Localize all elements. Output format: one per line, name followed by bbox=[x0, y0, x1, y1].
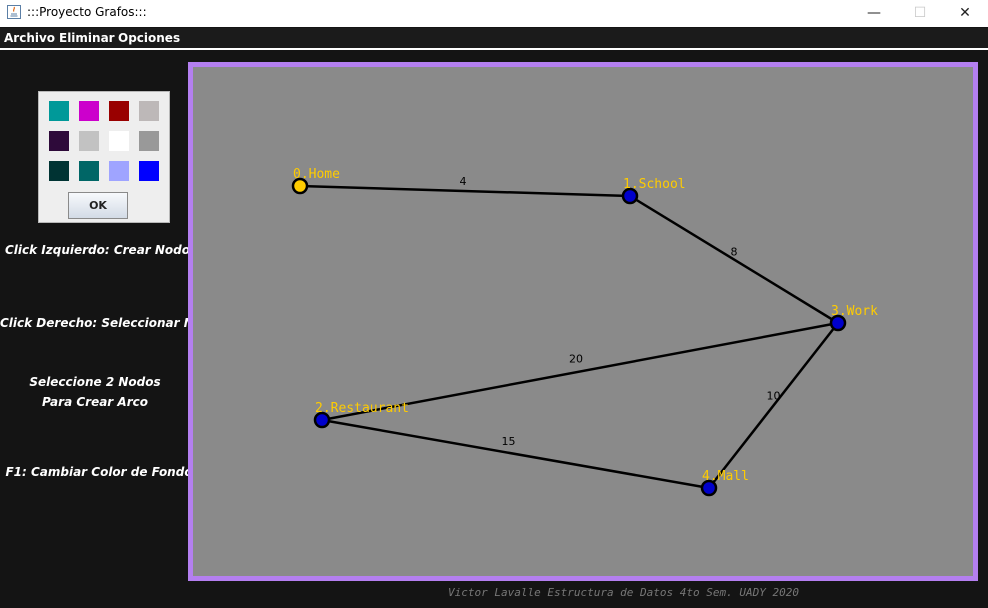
edge-weight-label: 15 bbox=[502, 435, 516, 448]
color-palette: OK bbox=[38, 91, 170, 223]
graph-canvas[interactable]: 4 8 20 10 15 0.Home 1.School 2.Restaurant 3.Wor… bbox=[188, 62, 978, 581]
title-bar: :::Proyecto Grafos::: — ☐ ✕ bbox=[0, 0, 988, 27]
color-swatch[interactable] bbox=[139, 101, 159, 121]
node-label: 4.Mall bbox=[702, 469, 749, 484]
hint-left-click: Click Izquierdo: Crear Nodo bbox=[4, 243, 191, 257]
hint-create-arc: Para Crear Arco bbox=[42, 395, 148, 409]
maximize-button[interactable]: ☐ bbox=[897, 0, 943, 27]
edge-weight-label: 20 bbox=[569, 353, 583, 366]
color-swatch[interactable] bbox=[49, 161, 69, 181]
node-label: 2.Restaurant bbox=[315, 401, 409, 416]
color-swatch[interactable] bbox=[79, 101, 99, 121]
graph-edge bbox=[708, 322, 839, 489]
color-swatch[interactable] bbox=[49, 101, 69, 121]
graph-svg[interactable]: 4 8 20 10 15 0.Home 1.School 2.Restaurant 3.Wor… bbox=[193, 67, 973, 576]
close-button[interactable]: ✕ bbox=[942, 0, 988, 27]
footer-credits: Victor Lavalle Estructura de Datos 4to S… bbox=[448, 586, 799, 599]
color-swatch[interactable] bbox=[139, 131, 159, 151]
node-label: 1.School bbox=[623, 177, 686, 192]
color-swatch[interactable] bbox=[109, 101, 129, 121]
color-swatch[interactable] bbox=[109, 161, 129, 181]
color-swatch[interactable] bbox=[109, 131, 129, 151]
hint-f1: F1: Cambiar Color de Fondo bbox=[5, 465, 193, 479]
edge-weight-label: 10 bbox=[767, 390, 781, 403]
node-label: 3.Work bbox=[831, 304, 878, 319]
ok-button[interactable]: OK bbox=[68, 192, 128, 219]
color-swatch[interactable] bbox=[139, 161, 159, 181]
java-app-icon bbox=[7, 5, 21, 19]
color-swatch[interactable] bbox=[79, 131, 99, 151]
graph-edge bbox=[629, 194, 839, 325]
menu-bar: Archivo Eliminar Opciones bbox=[0, 28, 988, 50]
color-swatch[interactable] bbox=[49, 131, 69, 151]
hint-select-nodes: Seleccione 2 Nodos bbox=[29, 375, 161, 389]
edge-weight-label: 8 bbox=[731, 246, 738, 259]
menu-archivo[interactable]: Archivo bbox=[4, 31, 55, 45]
node-label: 0.Home bbox=[293, 167, 340, 182]
graph-edge bbox=[321, 418, 710, 490]
color-swatch[interactable] bbox=[79, 161, 99, 181]
edge-weight-label: 4 bbox=[460, 175, 467, 188]
menu-opciones[interactable]: Opciones bbox=[118, 31, 180, 45]
minimize-button[interactable]: — bbox=[851, 0, 897, 27]
hint-right-click: Click Derecho: Seleccionar Nodo bbox=[0, 316, 219, 330]
window-title: :::Proyecto Grafos::: bbox=[27, 5, 147, 19]
menu-eliminar[interactable]: Eliminar bbox=[59, 31, 115, 45]
